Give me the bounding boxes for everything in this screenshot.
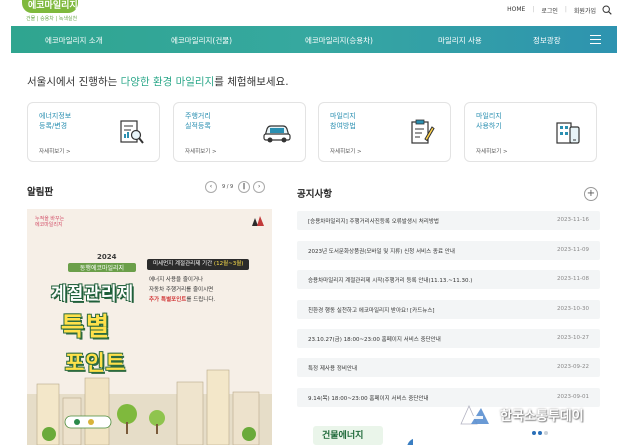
notice-title: 공지사항 bbox=[297, 189, 332, 200]
card-how-to-join[interactable]: 마일리지 참여방법 자세히보기 > bbox=[318, 102, 451, 162]
board-pager: ‹ 9 / 9 ‖ › bbox=[205, 181, 266, 193]
page-indicator: 9 / 9 bbox=[222, 184, 234, 190]
notice-date: 2023-11-08 bbox=[557, 276, 589, 282]
clipboard-pencil-icon bbox=[411, 119, 435, 144]
carousel-dots bbox=[532, 431, 548, 435]
notice-date: 2023-10-27 bbox=[557, 335, 589, 341]
top-header: 에코마일리지 건물 | 승용차 | 녹색실천 HOME | 로그인 | 회원가입 bbox=[0, 0, 622, 26]
logo-subtitle: 건물 | 승용차 | 녹색실천 bbox=[26, 16, 78, 22]
notice-date: 2023-10-30 bbox=[557, 306, 589, 312]
card-energy-info[interactable]: 에너지정보 등록/변경 자세히보기 > bbox=[27, 102, 160, 162]
notice-row[interactable]: [승용차마일리지] 주행거리사진등록 오류발생시 처리방법 2023-11-16 bbox=[297, 211, 600, 230]
nav-item-building[interactable]: 에코마일리지(건물) bbox=[171, 35, 232, 46]
next-button[interactable]: › bbox=[253, 181, 266, 193]
separator: | bbox=[564, 6, 567, 13]
notice-date: 2023-09-01 bbox=[557, 394, 589, 400]
utility-links: HOME | 로그인 | 회원가입 bbox=[507, 6, 596, 15]
card-title: 마일리지 사용하기 bbox=[476, 112, 502, 130]
intro-text: 서울시에서 진행하는 다양한 환경 마일리지를 체험해보세요. bbox=[27, 74, 289, 89]
pill-period: (12월~3월) bbox=[213, 261, 244, 267]
pill-text: 미세먼지 계절관리제 기간 bbox=[153, 261, 213, 267]
card-mileage-register[interactable]: 주행거리 실적등록 자세히보기 > bbox=[173, 102, 306, 162]
desc-highlight: 추가 특별포인트 bbox=[149, 297, 187, 303]
banner-year: 2024 bbox=[97, 253, 117, 261]
home-link[interactable]: HOME bbox=[507, 6, 525, 15]
notice-title-text: 2023년 도서문화상품권(모바일 및 지류) 신청 서비스 종료 안내 bbox=[308, 249, 455, 255]
nav-item-car[interactable]: 에코마일리지(승용차) bbox=[305, 35, 373, 46]
desc-line1: 에너지 사용을 줄이거나 bbox=[149, 277, 204, 283]
promo-banner[interactable]: 누적을 바꾸는 에코마일리지 미세먼지 계절관리제 기간 (12월~3월) 에너… bbox=[27, 209, 272, 445]
notice-row[interactable]: 친환경 행동 실천하고 에코마일리지 받아요! [카드뉴스] 2023-10-3… bbox=[297, 300, 600, 319]
search-icon[interactable] bbox=[602, 5, 612, 15]
bottom-banner-text[interactable]: 건물에너지 bbox=[322, 428, 363, 441]
nav-item-intro[interactable]: 에코마일리지 소개 bbox=[45, 35, 103, 46]
notice-more-button[interactable]: + bbox=[584, 187, 598, 201]
notice-title-text: 친환경 행동 실천하고 에코마일리지 받아요! [카드뉴스] bbox=[308, 308, 435, 314]
notice-date: 2023-11-16 bbox=[557, 217, 589, 223]
notice-title-text: 승용차마일리지 계절관리제 시작(주행거리 등록 안내(11.13.~11.30… bbox=[308, 278, 473, 284]
intro-suffix: 를 체험해보세요. bbox=[214, 76, 289, 88]
nav-item-mileage-use[interactable]: 마일리지 사용 bbox=[438, 35, 482, 46]
notice-row[interactable]: 2023년 도서문화상품권(모바일 및 지류) 신청 서비스 종료 안내 202… bbox=[297, 241, 600, 260]
notice-row[interactable]: 특정 제사용 정비안내 2023-09-22 bbox=[297, 358, 600, 377]
banner-period-pill: 미세먼지 계절관리제 기간 (12월~3월) bbox=[147, 259, 250, 270]
banner-heading-1: 계절관리제 bbox=[51, 284, 135, 304]
banner-heading-2: 특별 bbox=[61, 312, 112, 341]
intro-prefix: 서울시에서 진행하는 bbox=[27, 76, 121, 88]
intro-highlight: 다양한 환경 마일리지 bbox=[120, 76, 215, 88]
notice-title-text: 9.14(목) 18:00~23:00 홈페이지 서비스 중단안내 bbox=[308, 396, 429, 402]
card-title: 마일리지 참여방법 bbox=[330, 112, 356, 130]
carousel-dot[interactable] bbox=[538, 431, 542, 435]
pause-button[interactable]: ‖ bbox=[238, 181, 251, 193]
notice-date: 2023-09-22 bbox=[557, 364, 589, 370]
card-use-mileage[interactable]: 마일리지 사용하기 자세히보기 > bbox=[464, 102, 597, 162]
card-more-link[interactable]: 자세히보기 > bbox=[476, 147, 508, 155]
notice-date: 2023-11-09 bbox=[557, 247, 589, 253]
signup-link[interactable]: 회원가입 bbox=[574, 6, 596, 15]
hamburger-menu-icon[interactable] bbox=[590, 35, 601, 44]
card-title: 주행거리 실적등록 bbox=[185, 112, 211, 130]
building-phone-icon bbox=[556, 122, 580, 144]
card-more-link[interactable]: 자세히보기 > bbox=[185, 147, 217, 155]
document-magnifier-icon bbox=[120, 120, 144, 144]
car-icon bbox=[263, 125, 291, 143]
main-nav: 에코마일리지 소개 에코마일리지(건물) 에코마일리지(승용차) 마일리지 사용… bbox=[11, 26, 617, 53]
card-more-link[interactable]: 자세히보기 > bbox=[39, 147, 71, 155]
separator: | bbox=[532, 6, 535, 13]
watermark-text: 한국소통투데이 bbox=[500, 409, 584, 424]
site-logo[interactable]: 에코마일리지 건물 | 승용차 | 녹색실천 bbox=[22, 0, 78, 24]
notice-row[interactable]: 23.10.27(금) 18:00~23:00 홈페이지 서비스 중단안내 20… bbox=[297, 329, 600, 348]
carousel-dot[interactable] bbox=[544, 431, 548, 435]
banner-description: 에너지 사용을 줄이거나 자동차 주행거리를 줄이시면 추가 특별포인트를 드립… bbox=[149, 275, 215, 305]
card-more-link[interactable]: 자세히보기 > bbox=[330, 147, 362, 155]
prev-button[interactable]: ‹ bbox=[205, 181, 217, 193]
banner-tag: 누적을 바꾸는 에코마일리지 bbox=[35, 216, 65, 228]
carousel-dot[interactable] bbox=[532, 431, 536, 435]
notice-title-text: [승용차마일리지] 주행거리사진등록 오류발생시 처리방법 bbox=[308, 219, 439, 225]
seoul-logo-icon bbox=[252, 216, 264, 226]
banner-subtitle: 동행에코마일리지 bbox=[68, 263, 136, 272]
desc-end: 를 드립니다. bbox=[186, 297, 216, 303]
board-title: 알림판 bbox=[27, 187, 54, 198]
notice-title-text: 특정 제사용 정비안내 bbox=[308, 366, 358, 372]
notice-row[interactable]: 승용차마일리지 계절관리제 시작(주행거리 등록 안내(11.13.~11.30… bbox=[297, 270, 600, 289]
nav-item-info-plaza[interactable]: 정보광장 bbox=[533, 35, 561, 46]
login-link[interactable]: 로그인 bbox=[541, 6, 558, 15]
desc-line2: 자동차 주행거리를 줄이시면 bbox=[149, 287, 214, 293]
city-illustration bbox=[27, 369, 272, 445]
logo-text: 에코마일리지 bbox=[28, 1, 78, 11]
notice-title-text: 23.10.27(금) 18:00~23:00 홈페이지 서비스 중단안내 bbox=[308, 337, 441, 343]
card-title: 에너지정보 등록/변경 bbox=[39, 112, 72, 130]
